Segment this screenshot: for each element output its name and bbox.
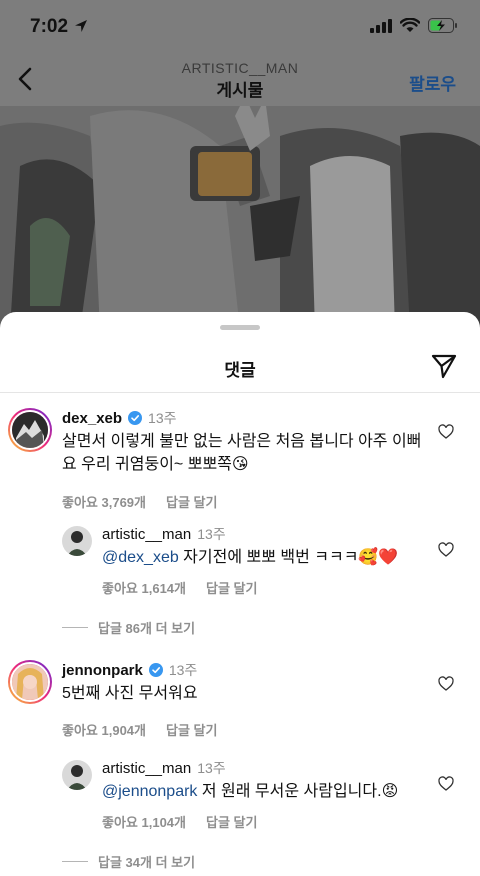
reply-meta: artistic__man 13주 (102, 758, 226, 778)
comment-text-line: 요 우리 귀염둥이~ 뽀뽀쪽😘 (62, 456, 249, 473)
comment-text: 5번째 사진 무서워요 (62, 682, 198, 705)
reply-mention[interactable]: @dex_xeb (102, 549, 179, 566)
reply-actions: 좋아요 1,614개 답글 달기 (102, 578, 257, 597)
comment-text: 살면서 이렇게 불만 없는 사람은 처음 봅니다 아주 이뻐 요 우리 귀염둥이… (62, 430, 421, 476)
comment-username[interactable]: dex_xeb (62, 410, 122, 427)
reply-button[interactable]: 답글 달기 (166, 492, 217, 511)
reply-like-count[interactable]: 좋아요 1,104개 (102, 812, 186, 831)
comment-actions: 좋아요 1,904개 답글 달기 (62, 720, 217, 739)
reply-actions: 좋아요 1,104개 답글 달기 (102, 812, 257, 831)
comment-actions: 좋아요 3,769개 답글 달기 (62, 492, 217, 511)
view-more-replies-label: 답글 34개 더 보기 (98, 855, 196, 870)
cellular-signal-icon (370, 18, 392, 33)
post-photo-image (0, 106, 480, 330)
reply-mention[interactable]: @jennonpark (102, 783, 197, 800)
comment-item: dex_xeb 13주 살면서 이렇게 불만 없는 사람은 처음 봅니다 아주 … (0, 408, 480, 608)
sheet-title: 댓글 (224, 361, 256, 380)
comments-sheet: 댓글 dex_xeb 13주 살면서 이렇게 불만 없는 사람은 처음 봅니다 … (0, 312, 480, 876)
status-bar: 7:02 (0, 0, 480, 54)
reply-text: @jennonpark 저 원래 무서운 사람입니다.😡 (102, 780, 398, 803)
like-count[interactable]: 좋아요 3,769개 (62, 492, 146, 511)
reply-button[interactable]: 답글 달기 (166, 720, 217, 739)
heart-like-icon[interactable] (438, 676, 454, 692)
verified-badge-icon (128, 411, 143, 425)
reply-body: 자기전에 뽀뽀 백번 ㅋㅋㅋ🥰❤️ (178, 549, 399, 566)
verified-badge-icon (148, 663, 163, 677)
battery-charging-icon (428, 18, 457, 33)
post-photo (0, 106, 480, 330)
comment-text-line: 5번째 사진 무서워요 (62, 685, 198, 702)
header-username: ARTISTIC__MAN (181, 60, 299, 76)
avatar-image (12, 412, 48, 448)
reply-reply-button[interactable]: 답글 달기 (206, 578, 257, 597)
reply-avatar-image (62, 526, 92, 556)
reply-time: 13주 (197, 760, 226, 776)
page-title: 게시물 (216, 81, 264, 100)
background-post-area: 7:02 ARTISTIC__MAN 게시물 팔로우 (0, 0, 480, 330)
comment-meta: jennonpark 13주 (62, 660, 197, 680)
view-more-replies[interactable]: 답글 86개 더 보기 (62, 618, 195, 637)
reply-avatar[interactable] (62, 760, 92, 790)
sheet-divider (0, 392, 480, 393)
heart-like-icon[interactable] (438, 424, 454, 440)
follow-button[interactable]: 팔로우 (409, 70, 456, 95)
reply-username[interactable]: artistic__man (102, 760, 191, 777)
comment-time: 13주 (168, 662, 198, 678)
view-more-replies[interactable]: 답글 34개 더 보기 (62, 852, 195, 871)
avatar (10, 662, 50, 702)
reply-body: 저 원래 무서운 사람입니다.😡 (197, 783, 399, 800)
replies-divider-line (62, 627, 88, 628)
heart-like-icon[interactable] (438, 776, 454, 792)
wifi-icon (400, 18, 420, 32)
reply-avatar[interactable] (62, 526, 92, 556)
reply-reply-button[interactable]: 답글 달기 (206, 812, 257, 831)
location-arrow-icon (75, 20, 87, 32)
reply-time: 13주 (197, 526, 226, 542)
comment-meta: dex_xeb 13주 (62, 408, 177, 428)
avatar-story-ring[interactable] (8, 660, 52, 704)
comment-username[interactable]: jennonpark (62, 662, 143, 679)
status-time: 7:02 (30, 16, 69, 37)
comment-item: jennonpark 13주 5번째 사진 무서워요 좋아요 1,904개 답글… (0, 660, 480, 860)
reply-text: @dex_xeb 자기전에 뽀뽀 백번 ㅋㅋㅋ🥰❤️ (102, 546, 398, 569)
avatar-image (12, 664, 48, 700)
reply-like-count[interactable]: 좋아요 1,614개 (102, 578, 186, 597)
share-send-icon[interactable] (430, 352, 458, 380)
comment-time: 13주 (148, 410, 177, 426)
reply-meta: artistic__man 13주 (102, 524, 226, 544)
replies-divider-line (62, 861, 88, 862)
avatar-story-ring[interactable] (8, 408, 52, 452)
status-icons (370, 18, 458, 33)
post-header: ARTISTIC__MAN 게시물 팔로우 (0, 54, 480, 106)
sheet-grabber[interactable] (220, 325, 260, 330)
avatar (10, 410, 50, 450)
heart-like-icon[interactable] (438, 542, 454, 558)
reply-username[interactable]: artistic__man (102, 526, 191, 543)
reply-avatar-image (62, 760, 92, 790)
view-more-replies-label: 답글 86개 더 보기 (98, 621, 196, 636)
comment-text-line: 살면서 이렇게 불만 없는 사람은 처음 봅니다 아주 이뻐 (62, 433, 422, 450)
like-count[interactable]: 좋아요 1,904개 (62, 720, 146, 739)
